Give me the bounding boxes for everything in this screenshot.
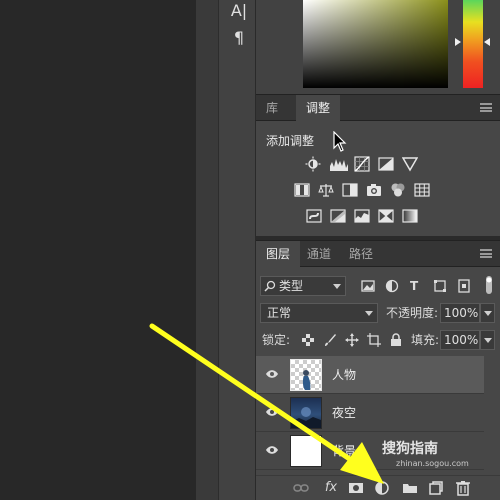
layers-scrollbar[interactable] [484, 355, 500, 475]
hue-slider-handle-right[interactable] [484, 38, 490, 46]
fill-input[interactable]: 100% [440, 330, 480, 350]
selective-color-icon[interactable] [378, 208, 394, 224]
fill-value: 100% [444, 333, 479, 347]
tab-adjustments[interactable]: 调整 [296, 95, 341, 121]
color-balance-icon[interactable] [318, 182, 334, 198]
hue-slider-handle[interactable] [455, 38, 461, 46]
exposure-icon[interactable] [378, 156, 394, 172]
curves-icon[interactable] [354, 156, 370, 172]
lock-pixels-icon[interactable] [323, 333, 337, 347]
brightness-contrast-icon[interactable] [305, 156, 321, 172]
blend-mode-dropdown[interactable]: 正常 [260, 303, 378, 323]
layers-tabbar: 图层 通道 路径 [256, 240, 500, 267]
black-white-icon[interactable] [342, 182, 358, 198]
lock-label: 锁定: [262, 333, 291, 347]
color-lookup-icon[interactable] [414, 182, 430, 198]
panel-menu-icon[interactable] [480, 103, 492, 112]
opacity-input[interactable]: 100% [440, 303, 480, 323]
tab-channels[interactable]: 通道 [297, 241, 341, 267]
fill-dropdown[interactable] [480, 330, 495, 350]
chevron-down-icon [484, 311, 492, 316]
layers-panel-menu-icon[interactable] [480, 249, 492, 258]
tab-library[interactable]: 库 [256, 95, 288, 121]
tab-layers[interactable]: 图层 [256, 241, 301, 267]
watermark-url: zhinan.sogou.com [396, 459, 469, 468]
type-filter-icon[interactable]: T [410, 277, 418, 295]
chevron-down-icon [365, 311, 373, 316]
paragraph-icon[interactable]: ¶ [229, 29, 249, 47]
eye-icon[interactable] [265, 445, 279, 455]
new-adjustment-layer-icon[interactable] [374, 480, 390, 496]
new-group-icon[interactable] [402, 480, 418, 496]
channel-mixer-icon[interactable] [390, 182, 406, 198]
layers-footer: fx [256, 475, 500, 500]
hue-slider[interactable] [463, 0, 483, 88]
color-field[interactable] [303, 0, 448, 88]
type-tool-icon[interactable]: A| [229, 2, 249, 20]
watermark-logo: 搜狗指南 [382, 441, 438, 457]
layer-filter-value: 类型 [279, 279, 304, 293]
tab-paths[interactable]: 路径 [339, 241, 383, 267]
layer-name: 人物 [332, 368, 357, 382]
chevron-down-icon [333, 284, 341, 289]
lock-transparent-icon[interactable] [301, 333, 315, 347]
gradient-map-icon[interactable] [402, 208, 418, 224]
adjustment-filter-icon[interactable] [385, 279, 399, 293]
layer-name: 背景 [332, 444, 357, 458]
fill-label: 填充: [411, 333, 440, 347]
opacity-label: 不透明度: [386, 306, 439, 320]
canvas-edge [196, 0, 218, 500]
hue-saturation-icon[interactable] [294, 182, 310, 198]
layer-thumbnail [290, 397, 322, 429]
shape-filter-icon[interactable] [433, 279, 447, 293]
lock-all-icon[interactable] [389, 333, 403, 347]
lock-artboard-icon[interactable] [367, 333, 381, 347]
search-icon [264, 280, 276, 292]
eye-icon[interactable] [265, 407, 279, 417]
filter-toggle[interactable] [483, 275, 495, 295]
layer-thumbnail [290, 359, 322, 391]
lock-position-icon[interactable] [345, 333, 359, 347]
adjustments-title: 添加调整 [266, 134, 315, 148]
vibrance-icon[interactable] [402, 156, 418, 172]
adjustments-tabbar: 库 调整 [256, 94, 500, 121]
eye-icon[interactable] [265, 369, 279, 379]
invert-icon[interactable] [306, 208, 322, 224]
layer-row[interactable]: 人物 [256, 356, 484, 394]
tool-column: A| ¶ [218, 0, 256, 500]
pixel-filter-icon[interactable] [361, 279, 375, 293]
layer-style-icon[interactable]: fx [323, 480, 339, 496]
levels-icon[interactable] [329, 156, 349, 172]
posterize-icon[interactable] [330, 208, 346, 224]
photo-filter-icon[interactable] [366, 182, 382, 198]
layer-filter-dropdown[interactable]: 类型 [260, 276, 346, 296]
opacity-dropdown[interactable] [480, 303, 495, 323]
layer-row[interactable]: 夜空 [256, 394, 484, 432]
layer-thumbnail [290, 435, 322, 467]
link-layers-icon[interactable] [293, 480, 309, 496]
threshold-icon[interactable] [354, 208, 370, 224]
layer-name: 夜空 [332, 406, 357, 420]
opacity-value: 100% [444, 306, 479, 320]
smart-object-filter-icon[interactable] [457, 279, 471, 293]
mouse-cursor-icon [333, 131, 347, 152]
blend-mode-value: 正常 [267, 306, 292, 320]
add-mask-icon[interactable] [348, 480, 364, 496]
delete-layer-icon[interactable] [455, 480, 471, 496]
chevron-down-icon [484, 338, 492, 343]
document-canvas[interactable] [0, 0, 196, 500]
new-layer-icon[interactable] [428, 480, 444, 496]
